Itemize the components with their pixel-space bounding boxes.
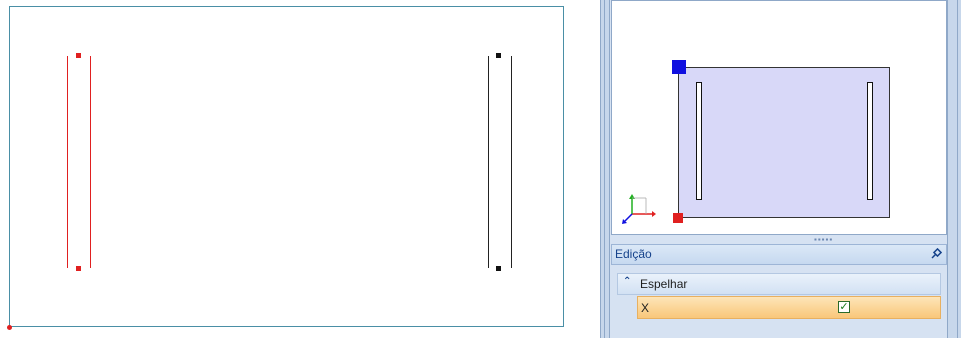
pin-icon[interactable]: [930, 247, 943, 260]
group-label: Espelhar: [640, 277, 688, 291]
hatched-panel[interactable]: [488, 56, 512, 268]
preview-slot-right: [867, 82, 873, 200]
right-edge-line: [957, 0, 958, 338]
mirror-x-checkbox[interactable]: ✓: [838, 301, 850, 313]
panel-title: Edição: [615, 247, 652, 261]
vertical-splitter[interactable]: [600, 0, 610, 338]
grip-handle-top[interactable]: [496, 53, 501, 58]
origin-point: [7, 325, 12, 330]
splitter-line: [604, 0, 605, 338]
grip-handle-top[interactable]: [76, 53, 81, 58]
chevron-up-icon[interactable]: ⌃: [623, 276, 631, 287]
grip-handle-bottom[interactable]: [496, 266, 501, 271]
preview-handle-blue[interactable]: [672, 60, 686, 74]
selected-hatched-panel[interactable]: [67, 56, 91, 268]
right-edge-bar: [947, 0, 961, 338]
property-row-x[interactable]: [637, 296, 941, 319]
preview-shape[interactable]: [678, 67, 890, 218]
preview-handle-red[interactable]: [673, 213, 683, 223]
resize-grip[interactable]: ▪▪▪▪▪: [814, 236, 834, 244]
axis-gizmo-icon: [622, 194, 656, 224]
preview-slot-left: [696, 82, 702, 200]
panel-header: [611, 244, 947, 265]
property-label: X: [641, 301, 650, 315]
canvas-border: [9, 6, 564, 327]
grip-handle-bottom[interactable]: [76, 266, 81, 271]
